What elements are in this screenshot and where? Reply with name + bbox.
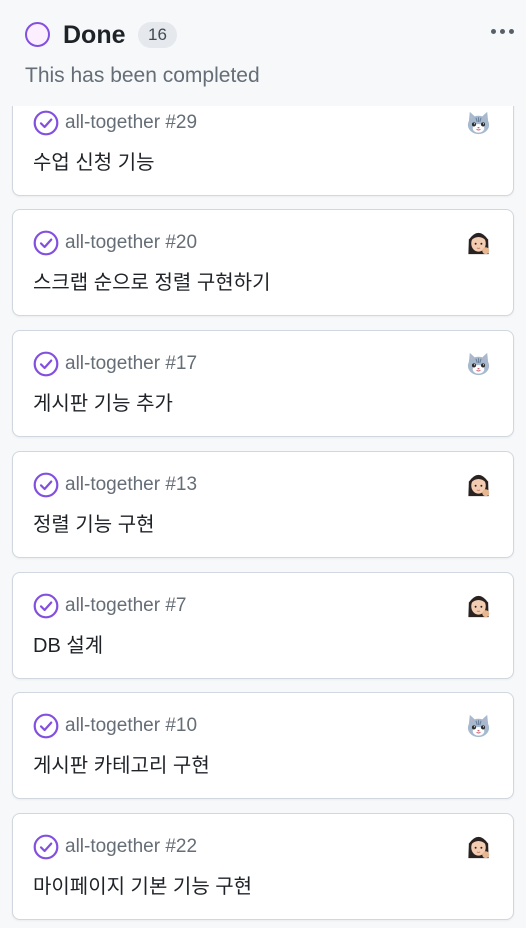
closed-issue-check-icon: [33, 230, 59, 256]
issue-card[interactable]: all-together #10 게시판 카테고리 구현: [12, 692, 514, 799]
issue-reference-link[interactable]: all-together #20: [65, 230, 197, 256]
closed-issue-check-icon: [33, 713, 59, 739]
issue-title[interactable]: DB 설계: [33, 632, 103, 660]
done-status-circle-icon: [25, 22, 50, 47]
closed-issue-check-icon: [33, 834, 59, 860]
card-list: all-together #29 수업 신청 기능 all-together #…: [0, 0, 526, 928]
issue-title[interactable]: 게시판 기능 추가: [33, 390, 173, 418]
issue-reference-link[interactable]: all-together #13: [65, 472, 197, 498]
girl-avatar[interactable]: [465, 592, 492, 619]
issue-title[interactable]: 수업 신청 기능: [33, 149, 155, 177]
issue-reference-link[interactable]: all-together #7: [65, 593, 186, 619]
more-dots-icon: [490, 28, 496, 34]
column-header: Done 16 This has been completed: [0, 0, 526, 106]
issue-card[interactable]: all-together #20 스크랩 순으로 정렬 구현하기: [12, 209, 514, 316]
issue-title[interactable]: 마이페이지 기본 기능 구현: [33, 873, 252, 901]
column-description: This has been completed: [25, 64, 260, 87]
issue-reference-link[interactable]: all-together #29: [65, 110, 197, 136]
girl-avatar[interactable]: [465, 229, 492, 256]
issue-card[interactable]: all-together #22 마이페이지 기본 기능 구현: [12, 813, 514, 920]
issue-card[interactable]: all-together #7 DB 설계: [12, 572, 514, 679]
more-dots-icon: [508, 28, 514, 34]
more-dots-icon: [499, 28, 505, 34]
girl-avatar[interactable]: [465, 833, 492, 860]
issue-card[interactable]: all-together #17 게시판 기능 추가: [12, 330, 514, 437]
closed-issue-check-icon: [33, 110, 59, 136]
closed-issue-check-icon: [33, 593, 59, 619]
item-count-badge: 16: [138, 22, 177, 48]
column-title: Done: [63, 21, 126, 49]
issue-reference-link[interactable]: all-together #22: [65, 834, 197, 860]
cat-avatar[interactable]: [465, 350, 492, 377]
issue-reference-link[interactable]: all-together #10: [65, 713, 197, 739]
issue-card[interactable]: all-together #13 정렬 기능 구현: [12, 451, 514, 558]
issue-title[interactable]: 정렬 기능 구현: [33, 511, 155, 539]
column-menu-button[interactable]: [484, 20, 520, 42]
cat-avatar[interactable]: [465, 712, 492, 739]
closed-issue-check-icon: [33, 472, 59, 498]
issue-title[interactable]: 스크랩 순으로 정렬 구현하기: [33, 269, 270, 297]
issue-title[interactable]: 게시판 카테고리 구현: [33, 752, 210, 780]
issue-reference-link[interactable]: all-together #17: [65, 351, 197, 377]
girl-avatar[interactable]: [465, 471, 492, 498]
closed-issue-check-icon: [33, 351, 59, 377]
cat-avatar[interactable]: [465, 109, 492, 136]
